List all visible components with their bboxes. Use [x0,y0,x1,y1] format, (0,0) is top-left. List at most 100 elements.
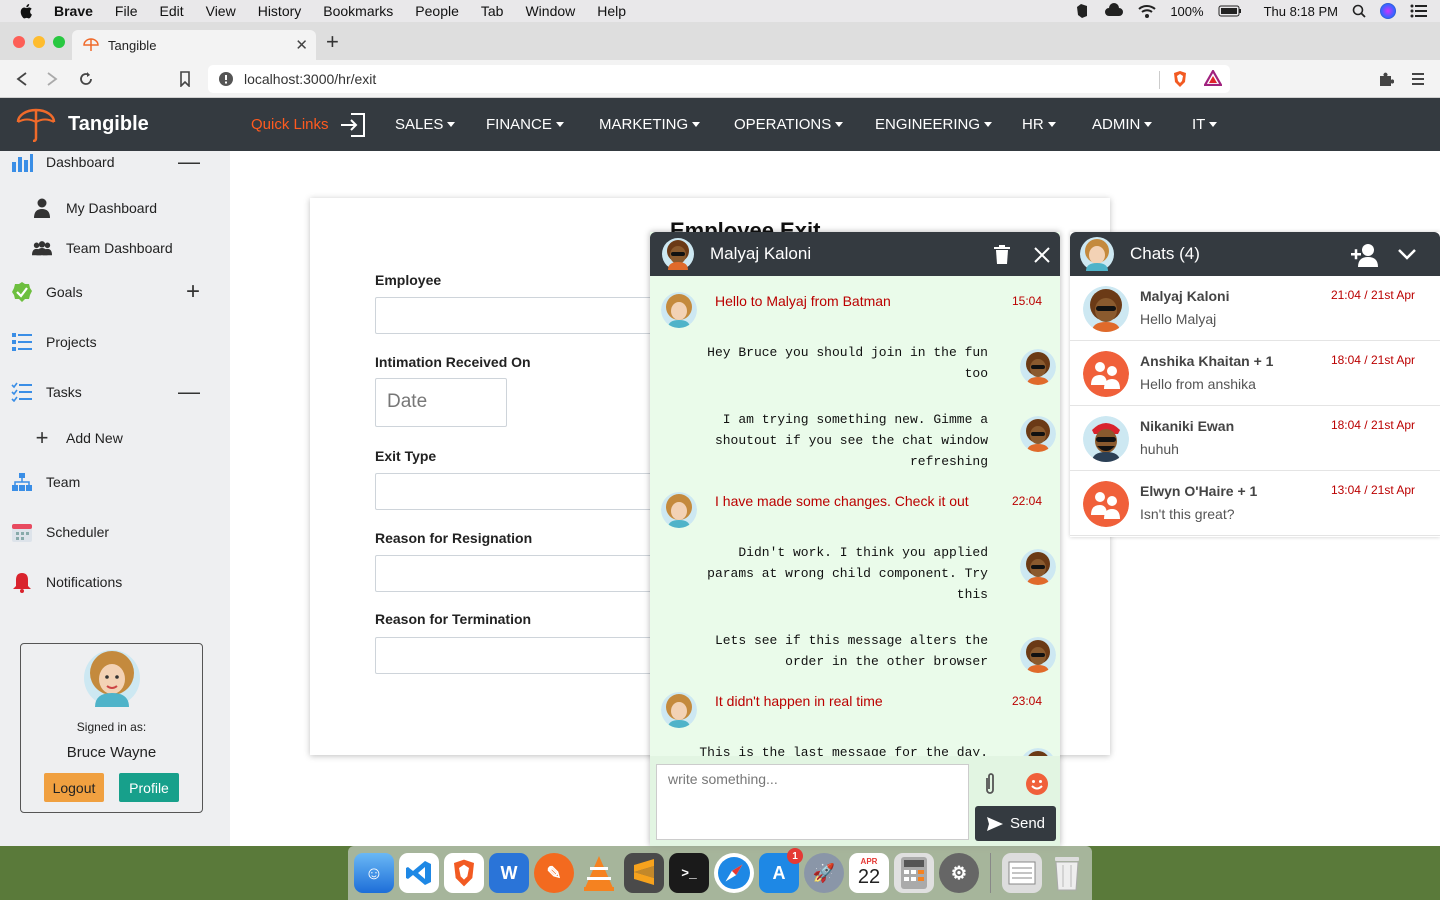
menu-window[interactable]: Window [525,3,575,19]
evernote-icon[interactable] [1074,3,1090,19]
profile-button[interactable]: Profile [119,773,179,802]
launchpad-icon[interactable]: 🚀 [804,853,844,893]
close-window-icon[interactable] [13,36,25,48]
close-icon[interactable] [1033,246,1051,264]
url-text[interactable]: localhost:3000/hr/exit [244,71,376,87]
menu-view[interactable]: View [206,3,236,19]
exit-type-label: Exit Type [375,448,437,464]
message-input[interactable]: write something... [656,764,969,840]
sidebar-item-add-new[interactable]: + Add New [0,423,230,453]
browser-menu-icon[interactable] [1412,72,1424,86]
safari-icon[interactable] [714,853,754,893]
calculator-icon[interactable] [894,853,934,893]
document-stack-icon[interactable] [1002,853,1042,893]
calendar-app-icon[interactable]: APR 22 [849,853,889,893]
menu-file[interactable]: File [115,3,138,19]
url-bar[interactable]: localhost:3000/hr/exit [208,65,1230,93]
pencil-app-icon[interactable]: ✎ [534,853,574,893]
nav-operations[interactable]: OPERATIONS [734,98,844,151]
menu-tab[interactable]: Tab [481,3,504,19]
info-icon[interactable] [218,71,234,87]
paperclip-icon[interactable] [983,772,997,796]
nav-sales[interactable]: SALES [395,98,456,151]
chevron-down-icon[interactable] [1397,248,1417,260]
chat-preview: Hello from anshika [1140,376,1256,392]
brave-icon[interactable] [444,853,484,893]
collapse-icon[interactable]: — [178,381,200,403]
browser-tab[interactable]: Tangible ✕ [72,30,316,60]
nav-hr[interactable]: HR [1022,98,1056,151]
extensions-icon[interactable] [1378,71,1394,87]
trash-bin-icon[interactable] [1047,853,1087,893]
back-icon[interactable] [15,71,29,87]
sidebar-item-goals[interactable]: Goals + [0,277,230,307]
chat-list-item[interactable]: Nikaniki Ewan 18:04 / 21st Apr huhuh [1070,406,1440,471]
new-tab-icon[interactable]: + [326,29,339,55]
cloud-icon[interactable] [1104,3,1124,19]
contact-message-avatar [1020,349,1056,385]
menu-edit[interactable]: Edit [159,3,183,19]
logout-button[interactable]: Logout [44,773,104,802]
nav-sales-label: SALES [395,116,444,133]
vscode-icon[interactable] [399,853,439,893]
notification-center-icon[interactable] [1410,4,1428,18]
chat-list-item[interactable]: Elwyn O'Haire + 1 13:04 / 21st Apr Isn't… [1070,471,1440,536]
menu-people[interactable]: People [415,3,459,19]
sidebar-item-notifications[interactable]: Notifications [0,567,230,597]
chats-panel-header[interactable]: Chats (4) [1070,232,1440,276]
date-input[interactable]: Date [375,378,507,427]
finder-icon[interactable]: ☺ [354,853,394,893]
sublime-icon[interactable] [624,853,664,893]
spotlight-search-icon[interactable] [1352,4,1366,18]
sidebar-item-label: Notifications [46,574,123,590]
battery-icon[interactable] [1218,5,1242,17]
word-icon[interactable]: W [489,853,529,893]
siri-icon[interactable] [1380,3,1396,19]
chat-list-item[interactable]: Malyaj Kaloni 21:04 / 21st Apr Hello Mal… [1070,276,1440,341]
trash-icon[interactable] [993,245,1011,264]
sidebar-item-dashboard[interactable]: Dashboard — [0,151,230,177]
expand-icon[interactable]: + [186,280,200,304]
menu-help[interactable]: Help [597,3,626,19]
bookmark-icon[interactable] [179,71,191,87]
sidebar-item-team[interactable]: Team [0,467,230,497]
forward-icon[interactable] [45,71,59,87]
quick-links[interactable]: Quick Links [251,98,367,151]
message-text: It didn't happen in real time [715,693,883,709]
chat-list-item[interactable]: Anshika Khaitan + 1 18:04 / 21st Apr Hel… [1070,341,1440,406]
brand-name: Tangible [68,113,149,135]
brave-rewards-icon[interactable] [1204,70,1222,86]
avatar[interactable] [83,649,141,707]
clock[interactable]: Thu 8:18 PM [1264,4,1338,19]
nav-engineering[interactable]: ENGINEERING [875,98,993,151]
reload-icon[interactable] [78,71,94,87]
sidebar-item-tasks[interactable]: Tasks — [0,377,230,407]
collapse-icon[interactable]: — [178,151,200,173]
nav-marketing[interactable]: MARKETING [599,98,701,151]
send-button[interactable]: Send [975,806,1056,841]
vlc-icon[interactable] [579,853,619,893]
maximize-window-icon[interactable] [53,36,65,48]
sidebar-item-my-dashboard[interactable]: My Dashboard [0,193,230,223]
app-store-icon[interactable]: A1 [759,848,803,893]
system-preferences-icon[interactable]: ⚙ [939,853,979,893]
emoji-icon[interactable] [1025,772,1049,796]
close-tab-icon[interactable]: ✕ [295,36,308,54]
menu-bookmarks[interactable]: Bookmarks [323,3,393,19]
add-user-icon[interactable] [1350,243,1380,267]
terminal-icon[interactable]: >_ [669,853,709,893]
minimize-window-icon[interactable] [33,36,45,48]
menu-app-name[interactable]: Brave [54,3,93,19]
apple-icon[interactable] [18,2,36,20]
nav-finance[interactable]: FINANCE [486,98,564,151]
sidebar-item-scheduler[interactable]: Scheduler [0,517,230,547]
nav-admin[interactable]: ADMIN [1092,98,1153,151]
sidebar-item-projects[interactable]: Projects [0,327,230,357]
wifi-icon[interactable] [1138,4,1156,18]
nav-it[interactable]: IT [1192,98,1218,151]
menu-history[interactable]: History [258,3,302,19]
sidebar-item-team-dashboard[interactable]: Team Dashboard [0,233,230,263]
brand[interactable]: Tangible [16,98,149,151]
brave-shields-icon[interactable] [1172,70,1188,88]
chat-window-header[interactable]: Malyaj Kaloni [650,232,1060,276]
